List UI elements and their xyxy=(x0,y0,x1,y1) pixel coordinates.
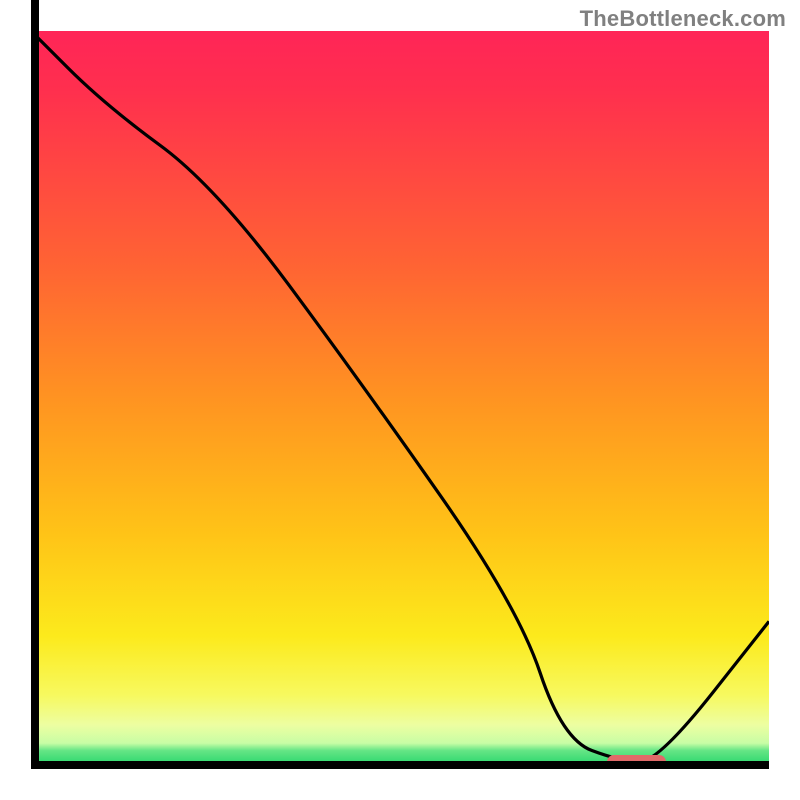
y-axis xyxy=(31,0,39,769)
x-axis xyxy=(31,761,769,769)
heat-gradient xyxy=(31,31,769,769)
plot-area xyxy=(31,31,769,769)
attribution-label: TheBottleneck.com xyxy=(580,6,786,32)
chart-stage: TheBottleneck.com xyxy=(0,0,800,800)
